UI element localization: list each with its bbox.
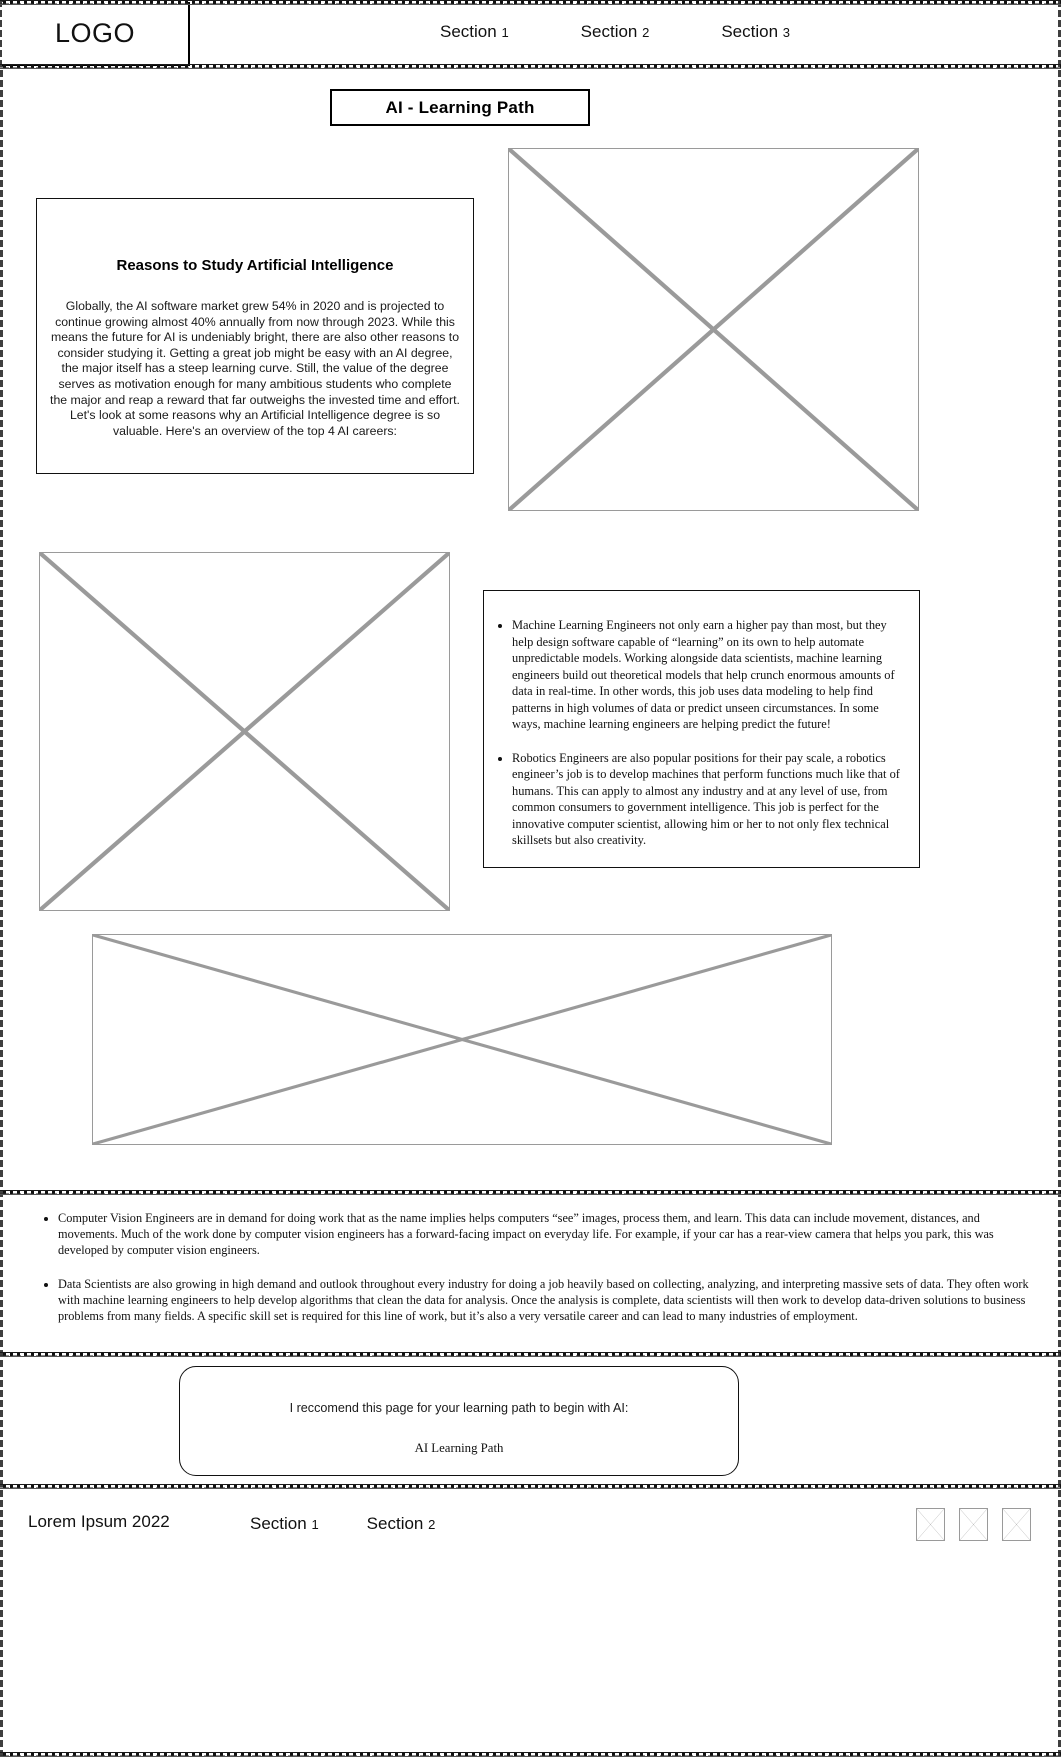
footer-nav-item-label: Section <box>366 1514 424 1533</box>
recommend-intro: I reccomend this page for your learning … <box>289 1401 629 1415</box>
careers-lower-section: Computer Vision Engineers are in demand … <box>0 1196 1061 1351</box>
footer-social-links <box>916 1508 1031 1541</box>
image-placeholder-mid-left <box>39 552 450 911</box>
image-placeholder-bottom-wide <box>92 934 832 1145</box>
nav-item-label: Section <box>440 22 497 41</box>
site-footer: Lorem Ipsum 2022 Section 1 Section 2 <box>0 1488 1061 1759</box>
image-placeholder-icon <box>509 149 918 510</box>
footer-nav-item-label: Section <box>250 1514 307 1533</box>
reasons-paragraph: Globally, the AI software market grew 54… <box>50 299 460 438</box>
list-item: Machine Learning Engineers not only earn… <box>512 617 903 733</box>
image-placeholder-icon <box>93 935 831 1144</box>
nav-item-label: Section <box>721 22 779 41</box>
footer-nav-item-number: 2 <box>428 1517 436 1532</box>
social-icon-2[interactable] <box>959 1508 988 1541</box>
logo-text: LOGO <box>54 17 136 48</box>
ai-learning-path-link[interactable]: AI Learning Path <box>180 1441 738 1456</box>
footer-copyright: Lorem Ipsum 2022 <box>28 1512 170 1531</box>
footer-nav: Section 1 Section 2 <box>250 1514 435 1534</box>
site-header: LOGO Section 1 Section 2 Section 3 <box>0 0 1061 68</box>
nav-item-label: Section <box>580 22 638 41</box>
recommend-card: I reccomend this page for your learning … <box>179 1366 739 1476</box>
footer-nav-item-section-2[interactable]: Section 2 <box>367 1514 436 1534</box>
nav-item-number: 1 <box>501 25 509 40</box>
nav-item-section-1[interactable]: Section 1 <box>440 22 509 42</box>
primary-nav: Section 1 Section 2 Section 3 <box>440 22 790 42</box>
list-item: Computer Vision Engineers are in demand … <box>58 1210 1029 1259</box>
page-bottom-edge <box>0 1752 1061 1757</box>
footer-nav-item-section-1[interactable]: Section 1 <box>250 1514 319 1534</box>
reasons-card: Reasons to Study Artificial Intelligence… <box>36 198 474 474</box>
section-divider-lower-bullets <box>0 1190 1061 1195</box>
page-title-box: AI - Learning Path <box>330 89 590 126</box>
nav-item-section-3[interactable]: Section 3 <box>721 22 790 42</box>
x-placeholder-icon <box>917 1509 944 1540</box>
nav-item-section-2[interactable]: Section 2 <box>581 22 650 42</box>
nav-item-number: 3 <box>782 25 791 40</box>
wireframe-page: LOGO Section 1 Section 2 Section 3 AI - … <box>0 0 1061 1759</box>
header-divider <box>0 64 1061 69</box>
x-placeholder-icon <box>960 1509 987 1540</box>
page-top-edge <box>0 0 1061 5</box>
careers-lower-list: Computer Vision Engineers are in demand … <box>58 1210 1029 1324</box>
x-placeholder-icon <box>1003 1509 1030 1540</box>
image-placeholder-icon <box>40 553 449 910</box>
footer-nav-item-number: 1 <box>311 1517 319 1532</box>
logo[interactable]: LOGO <box>2 2 190 66</box>
social-icon-1[interactable] <box>916 1508 945 1541</box>
careers-upper-list: Machine Learning Engineers not only earn… <box>512 617 903 849</box>
careers-upper-card: Machine Learning Engineers not only earn… <box>483 590 920 868</box>
image-placeholder-top-right <box>508 148 919 511</box>
nav-item-number: 2 <box>642 25 650 40</box>
social-icon-3[interactable] <box>1002 1508 1031 1541</box>
list-item: Data Scientists are also growing in high… <box>58 1276 1029 1325</box>
page-title: AI - Learning Path <box>385 97 535 117</box>
reasons-heading: Reasons to Study Artificial Intelligence <box>116 257 394 274</box>
list-item: Robotics Engineers are also popular posi… <box>512 750 903 849</box>
